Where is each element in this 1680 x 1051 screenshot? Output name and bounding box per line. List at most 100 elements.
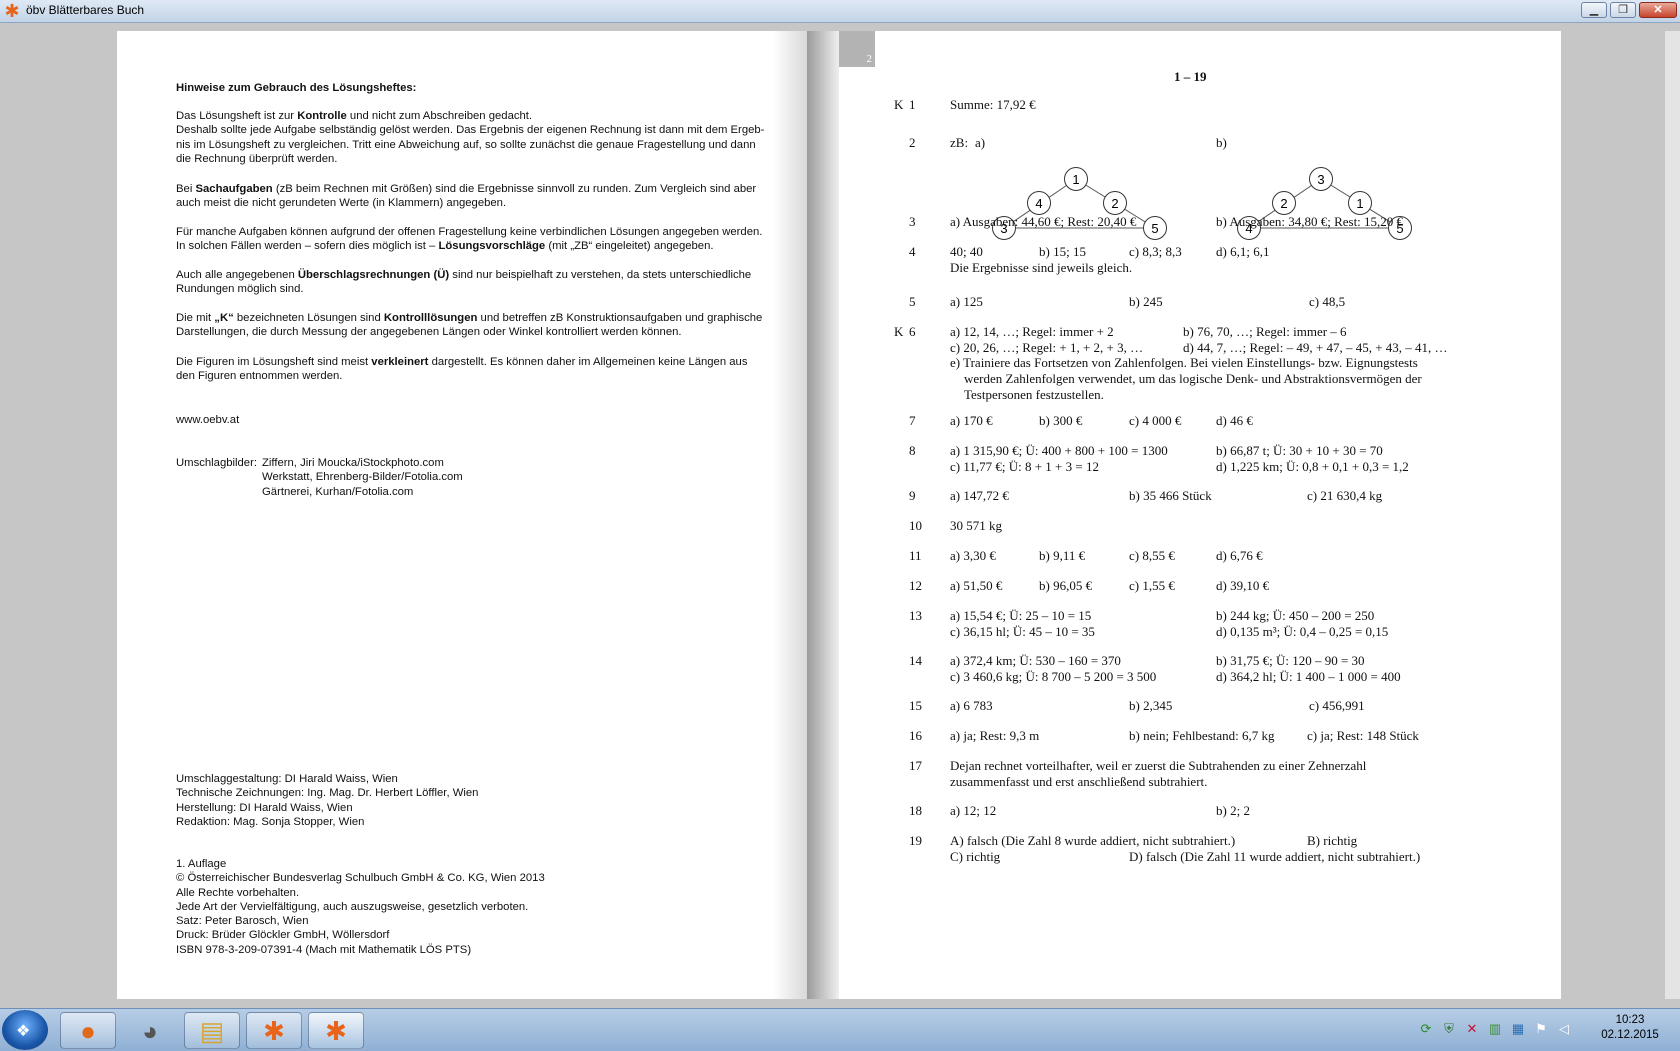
page-number: 2 — [866, 53, 873, 65]
solution-text: zusammenfasst und erst anschließend subt… — [950, 773, 1208, 789]
windows-logo-icon: ❖ — [16, 1023, 31, 1040]
solution-text: a) 12, 14, …; Regel: immer + 2 — [950, 324, 1114, 339]
cover-images-credits: Ziffern, Jiri Moucka/iStockphoto.com Wer… — [262, 456, 662, 499]
solution-text: c) 8,55 € — [1129, 548, 1175, 563]
oebv-star-icon: ✱ — [4, 1, 20, 21]
production-credits: Umschlaggestaltung: DI Harald Waiss, Wie… — [176, 772, 776, 829]
instructions-paragraph-6: Die Figuren im Lösungsheft sind meist ve… — [176, 356, 748, 383]
k-marker: K — [894, 97, 904, 112]
oebv-star-icon: ✱ — [325, 1016, 347, 1046]
clock-time: 10:23 — [1615, 1014, 1645, 1026]
solution-text: c) 8,3; 8,3 — [1129, 244, 1182, 259]
exercise-number: 11 — [909, 548, 922, 563]
folder-icon: ▤ — [199, 1016, 225, 1046]
printer-icon[interactable]: ▥ — [1487, 1021, 1503, 1037]
solution-text: a) 125 — [950, 294, 983, 309]
triangle-a-label: a) — [975, 135, 986, 150]
exercise-number: 15 — [909, 698, 922, 713]
solution-text: b) 9,11 € — [1039, 548, 1086, 563]
start-button[interactable]: ❖ — [2, 1010, 48, 1050]
flag-icon[interactable]: ⚑ — [1533, 1021, 1549, 1037]
solution-text: d) 0,135 m³; Ü: 0,4 – 0,25 = 0,15 — [1216, 623, 1389, 639]
error-icon[interactable]: ✕ — [1464, 1021, 1480, 1037]
solution-text: b) 300 € — [1039, 413, 1083, 428]
solution-text: d) 6,76 € — [1216, 548, 1263, 563]
exercise-number: 7 — [909, 413, 916, 428]
solution-text: d) 46 € — [1216, 413, 1253, 428]
instructions-paragraph-5: Die mit „K“ bezeichneten Lösungen sind K… — [176, 312, 763, 339]
solution-text: 40; 40 — [950, 244, 983, 259]
taskbar-clock[interactable]: 10:23 02.12.2015 — [1590, 1013, 1670, 1043]
exercise-number: 16 — [909, 728, 922, 743]
gimp-icon: ◕ — [142, 1016, 158, 1046]
svg-text:1: 1 — [1356, 196, 1363, 211]
firefox-icon: ● — [80, 1016, 96, 1046]
solution-text: d) 364,2 hl; Ü: 1 400 – 1 000 = 400 — [1216, 668, 1401, 684]
network-sync-icon[interactable]: ⟳ — [1418, 1021, 1434, 1037]
exercise-number: 8 — [909, 443, 916, 458]
solution-text: A) falsch (Die Zahl 8 wurde addiert, nic… — [950, 833, 1236, 848]
oebv-taskbar-button-1[interactable]: ✱ — [246, 1012, 302, 1049]
solution-text: D) falsch (Die Zahl 11 wurde addiert, ni… — [1129, 848, 1421, 864]
gimp-taskbar-button[interactable]: ◕ — [122, 1012, 178, 1049]
solution-text: c) ja; Rest: 148 Stück — [1307, 728, 1419, 743]
solution-text: b) 66,87 t; Ü: 30 + 10 + 30 = 70 — [1216, 443, 1383, 458]
exercise-number: 4 — [909, 244, 916, 259]
page-number-tab[interactable]: 2 — [839, 31, 875, 67]
solutions-range-heading: 1 – 19 — [1174, 69, 1207, 84]
solution-text: c) 4 000 € — [1129, 413, 1182, 428]
minimize-button[interactable]: ▁ — [1581, 2, 1607, 18]
exercise-number: 9 — [909, 488, 916, 503]
solution-text: b) 15; 15 — [1039, 244, 1086, 259]
exercise-number: 1 — [909, 97, 916, 112]
right-book-page[interactable]: 2 1 – 19 2 zB: a) b) 1 4 2 3 5 3 2 1 4 5… — [839, 31, 1561, 999]
left-book-page[interactable]: Hinweise zum Gebrauch des Lösungsheftes:… — [117, 31, 813, 999]
solution-text: a) 372,4 km; Ü: 530 – 160 = 370 — [950, 653, 1121, 668]
solution-text: C) richtig — [950, 848, 1001, 864]
restore-icon: ❐ — [1618, 4, 1628, 16]
imprint: 1. Auflage © Österreichischer Bundesverl… — [176, 857, 776, 957]
exercise-number: 10 — [909, 518, 922, 533]
solution-text: d) 39,10 € — [1216, 578, 1270, 593]
firefox-taskbar-button[interactable]: ● — [60, 1012, 116, 1049]
solution-text: a) 51,50 € — [950, 578, 1003, 593]
vertical-scrollbar[interactable] — [1665, 31, 1680, 999]
exercise-number: 12 — [909, 578, 922, 593]
triangle-a-node-bottom-right: 5 — [1143, 216, 1167, 240]
close-button[interactable]: ✕ — [1639, 2, 1677, 18]
svg-text:2: 2 — [1111, 196, 1118, 211]
zb-label: zB: — [950, 135, 969, 150]
book-gutter — [807, 31, 839, 999]
triangle-b-node-right-mid: 1 — [1348, 191, 1372, 215]
security-icon[interactable]: ⛨ — [1441, 1021, 1457, 1037]
svg-text:3: 3 — [1317, 172, 1324, 187]
solution-text: c) 456,991 — [1309, 698, 1365, 713]
triangle-b-node-left-mid: 2 — [1272, 191, 1296, 215]
solution-text: 30 571 kg — [950, 518, 1002, 533]
publisher-website: www.oebv.at — [176, 414, 240, 426]
solution-text: a) 170 € — [950, 413, 993, 428]
solution-text: d) 44, 7, …; Regel: – 49, + 47, – 45, + … — [1183, 339, 1448, 355]
maximize-button[interactable]: ❐ — [1610, 2, 1636, 18]
instructions-paragraph-2: Bei Sachaufgaben (zB beim Rechnen mit Gr… — [176, 183, 757, 210]
exercise-number: 13 — [909, 608, 922, 623]
solution-text: c) 21 630,4 kg — [1307, 488, 1383, 503]
solution-text: werden Zahlenfolgen verwendet, um das lo… — [964, 371, 1422, 387]
solution-text: a) 1 315,90 €; Ü: 400 + 800 + 100 = 1300 — [950, 443, 1168, 458]
triangle-a-node-top: 1 — [1064, 167, 1088, 191]
oebv-star-icon: ✱ — [263, 1016, 285, 1046]
solution-text: a) 6 783 — [950, 698, 993, 713]
oebv-taskbar-button-2[interactable]: ✱ — [308, 1012, 364, 1049]
instructions-heading: Hinweise zum Gebrauch des Lösungsheftes: — [176, 82, 417, 94]
volume-icon[interactable]: ◁ — [1556, 1021, 1572, 1037]
windows-taskbar: ❖ ● ◕ ▤ ✱ ✱ ⟳ ⛨ ✕ ▥ ▦ ⚑ ◁ 10:23 02.12.2015 — [0, 1008, 1680, 1051]
svg-text:4: 4 — [1035, 196, 1042, 211]
explorer-taskbar-button[interactable]: ▤ — [184, 1012, 240, 1049]
update-icon[interactable]: ▦ — [1510, 1021, 1526, 1037]
triangle-a-node-right-mid: 2 — [1103, 191, 1127, 215]
solution-text: a) 147,72 € — [950, 488, 1009, 503]
imprint-line: Druck: Brüder Glöckler GmbH, Wöllersdorf — [176, 929, 390, 942]
exercise-number: 6 — [909, 324, 916, 339]
instructions-paragraph-4: Auch alle angegebenen Überschlagsrechnun… — [176, 269, 752, 296]
window-title-bar[interactable]: ✱ öbv Blätterbares Buch ▁ ❐ ✕ — [0, 0, 1680, 23]
